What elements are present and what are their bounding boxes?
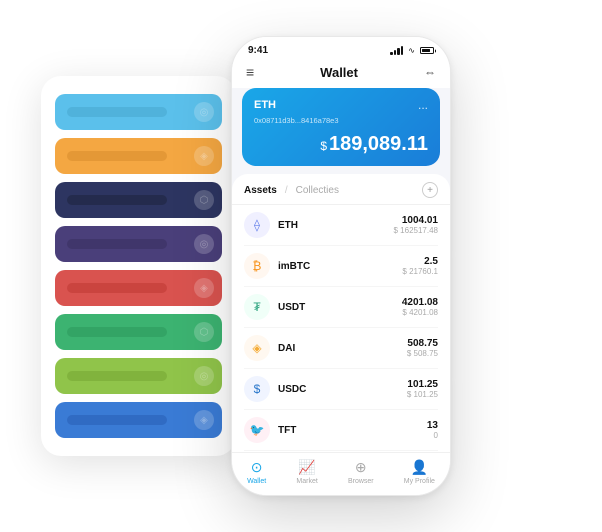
status-bar: 9:41 ∿ [232,37,450,60]
asset-name-usdt: USDT [278,302,394,313]
eth-balance: $189,089.11 [254,133,428,156]
asset-name-tft: TFT [278,425,419,436]
add-asset-button[interactable]: + [422,182,438,198]
bg-card-4: ◈ [55,270,222,306]
asset-name-usdc: USDC [278,384,399,395]
bg-panel: ◎ ◈ ⬡ ◎ ◈ ⬡ ◎ ◈ [41,76,236,456]
eth-more-icon[interactable]: ... [418,98,428,112]
status-icons: ∿ [390,46,434,55]
asset-amounts-tft: 130 [427,420,438,440]
bottom-nav: ⊙ Wallet 📈 Market ⊕ Browser 👤 My Profile [232,452,450,495]
signal-icon [390,46,403,55]
asset-name-dai: DAI [278,343,399,354]
tab-assets[interactable]: Assets [244,185,277,196]
asset-item-imbtc[interactable]: ₿ imBTC 2.5$ 21760.1 [244,246,438,287]
phone-frame: 9:41 ∿ ≡ Wallet ⇔ [231,36,451,496]
asset-item-eth[interactable]: ⟠ ETH 1004.01$ 162517.48 [244,205,438,246]
header: ≡ Wallet ⇔ [232,60,450,88]
battery-icon [420,47,434,54]
asset-amount: 508.75 [407,338,438,349]
asset-usd: $ 101.25 [407,390,438,399]
nav-label-browser: Browser [348,478,374,485]
asset-item-usdc[interactable]: $ USDC 101.25$ 101.25 [244,369,438,410]
tab-collectibles[interactable]: Collecties [296,185,339,196]
asset-item-usdt[interactable]: ₮ USDT 4201.08$ 4201.08 [244,287,438,328]
balance-amount: 189,089.11 [329,133,428,155]
nav-label-wallet: Wallet [247,478,266,485]
menu-icon[interactable]: ≡ [246,64,254,80]
asset-usd: 0 [427,431,438,440]
asset-icon-usdc: $ [244,376,270,402]
bg-card-2: ⬡ [55,182,222,218]
asset-amounts-eth: 1004.01$ 162517.48 [394,215,439,235]
nav-icon-wallet: ⊙ [251,459,263,476]
asset-amount: 101.25 [407,379,438,390]
nav-label-my-profile: My Profile [404,478,435,485]
bg-card-5: ⬡ [55,314,222,350]
asset-amount: 2.5 [402,256,438,267]
asset-icon-dai: ◈ [244,335,270,361]
asset-name-eth: ETH [278,220,386,231]
bg-card-3: ◎ [55,226,222,262]
eth-address: 0x08711d3b...8416a78e3 [254,116,428,125]
asset-icon-usdt: ₮ [244,294,270,320]
nav-item-wallet[interactable]: ⊙ Wallet [247,459,266,485]
nav-item-my-profile[interactable]: 👤 My Profile [404,459,435,485]
bg-card-6: ◎ [55,358,222,394]
bg-card-0: ◎ [55,94,222,130]
asset-icon-imbtc: ₿ [244,253,270,279]
nav-icon-my-profile: 👤 [411,459,428,476]
bg-card-1: ◈ [55,138,222,174]
nav-label-market: Market [296,478,317,485]
asset-item-tft[interactable]: 🐦 TFT 130 [244,410,438,451]
nav-icon-browser: ⊕ [355,459,367,476]
bg-card-7: ◈ [55,402,222,438]
status-time: 9:41 [248,45,268,56]
page-title: Wallet [320,65,358,80]
assets-header: Assets / Collecties + [232,174,450,205]
asset-item-dai[interactable]: ◈ DAI 508.75$ 508.75 [244,328,438,369]
nav-icon-market: 📈 [298,459,315,476]
eth-label: ETH [254,99,276,111]
nav-item-market[interactable]: 📈 Market [296,459,317,485]
asset-usd: $ 4201.08 [402,308,438,317]
asset-amount: 13 [427,420,438,431]
asset-icon-eth: ⟠ [244,212,270,238]
tab-separator: / [285,185,288,196]
asset-amounts-usdt: 4201.08$ 4201.08 [402,297,438,317]
asset-amount: 1004.01 [394,215,439,226]
asset-amount: 4201.08 [402,297,438,308]
asset-list: ⟠ ETH 1004.01$ 162517.48 ₿ imBTC 2.5$ 21760.1… [232,205,450,452]
scene: ◎ ◈ ⬡ ◎ ◈ ⬡ ◎ ◈ 9:41 ∿ [21,21,581,511]
asset-usd: $ 508.75 [407,349,438,358]
wifi-icon: ∿ [408,46,415,55]
asset-usd: $ 21760.1 [402,267,438,276]
assets-section: Assets / Collecties + ⟠ ETH 1004.01$ 16251… [232,174,450,452]
eth-card[interactable]: ETH ... 0x08711d3b...8416a78e3 $189,089.… [242,88,440,166]
asset-amounts-dai: 508.75$ 508.75 [407,338,438,358]
asset-usd: $ 162517.48 [394,226,439,235]
asset-amounts-imbtc: 2.5$ 21760.1 [402,256,438,276]
scan-icon[interactable]: ⇔ [424,65,436,79]
assets-tabs: Assets / Collecties [244,185,339,196]
balance-symbol: $ [320,139,327,153]
asset-amounts-usdc: 101.25$ 101.25 [407,379,438,399]
nav-item-browser[interactable]: ⊕ Browser [348,459,374,485]
asset-icon-tft: 🐦 [244,417,270,443]
asset-name-imbtc: imBTC [278,261,394,272]
